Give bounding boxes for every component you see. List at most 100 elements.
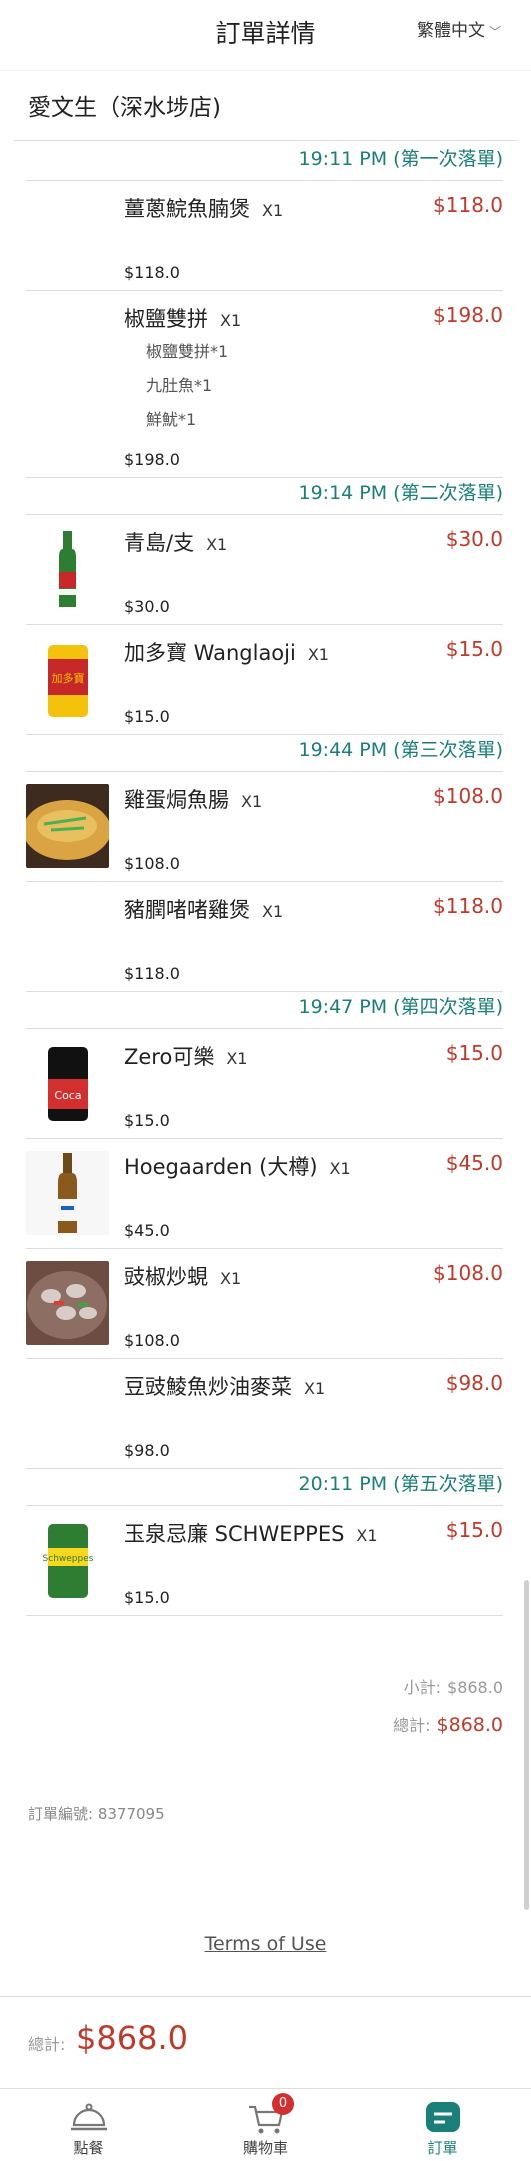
item-quantity: X1	[226, 1049, 248, 1068]
item-subtotal: $45.0	[124, 1221, 170, 1240]
tab-label: 點餐	[73, 2139, 104, 2157]
item-name: 豆豉鯪魚炒油麥菜	[124, 1375, 292, 1399]
cloche-icon	[70, 2103, 107, 2131]
order-item: Coca Zero可樂 X1 $15.0 $15.0	[26, 1029, 503, 1139]
item-name: 雞蛋焗魚腸	[124, 788, 229, 812]
order-round-time: 19:14 PM (第二次落單)	[26, 478, 503, 515]
item-price: $30.0	[445, 527, 503, 551]
svg-text:Schweppes: Schweppes	[43, 1554, 94, 1564]
item-quantity: X1	[206, 535, 228, 554]
item-name: 豬膶啫啫雞煲	[124, 898, 250, 922]
divider	[14, 140, 517, 141]
item-price: $108.0	[433, 1261, 503, 1285]
order-number-value: 8377095	[97, 1805, 165, 1823]
item-image	[26, 784, 109, 868]
store-name: 愛文生（深水埗店)	[28, 95, 221, 121]
item-subtotal: $15.0	[124, 707, 170, 726]
order-round-time: 19:44 PM (第三次落單)	[26, 735, 503, 772]
item-subtotal: $108.0	[124, 854, 180, 873]
subtotal-row: 小計: $868.0	[404, 1674, 503, 1698]
order-item: Schweppes 玉泉忌廉 SCHWEPPES X1 $15.0 $15.0	[26, 1506, 503, 1616]
tab-label: 購物車	[242, 2139, 288, 2157]
tab-orders[interactable]: 訂單	[354, 2089, 531, 2161]
order-list: 19:11 PM (第一次落單) 薑蔥鯇魚腩煲 X1 $118.0 $118.0 椒鹽雙拼…	[0, 144, 531, 1616]
order-icon	[425, 2102, 460, 2132]
order-item: 豉椒炒蜆 X1 $108.0 $108.0	[26, 1249, 503, 1359]
item-subtotal: $118.0	[124, 964, 180, 983]
item-option: 鮮魷*1	[146, 410, 197, 429]
language-selector[interactable]: 繁體中文 ﹀	[417, 16, 501, 41]
total-value: $868.0	[436, 1714, 503, 1736]
item-name: 薑蔥鯇魚腩煲	[124, 197, 250, 221]
item-name: Zero可樂	[124, 1045, 215, 1069]
order-item: 椒鹽雙拼 X1 $198.0 椒鹽雙拼*1 九肚魚*1 鮮魷*1 $198.0	[26, 291, 503, 478]
item-option: 九肚魚*1	[146, 376, 213, 395]
order-round-time: 19:11 PM (第一次落單)	[26, 144, 503, 181]
order-item: Hoegaarden (大樽) X1 $45.0 $45.0	[26, 1139, 503, 1249]
item-subtotal: $15.0	[124, 1588, 170, 1607]
item-price: $98.0	[445, 1371, 503, 1395]
order-item: 豬膶啫啫雞煲 X1 $118.0 $118.0	[26, 882, 503, 992]
language-label: 繁體中文	[416, 21, 485, 41]
header: 訂單詳情 繁體中文 ﹀	[0, 0, 531, 71]
order-item: 加多寶 加多寶 Wanglaoji X1 $15.0 $15.0	[26, 625, 503, 735]
item-price: $15.0	[445, 1518, 503, 1542]
item-subtotal: $108.0	[124, 1331, 180, 1350]
item-image: Coca	[26, 1041, 109, 1125]
tab-order-food[interactable]: 點餐	[0, 2089, 177, 2161]
total-label: 總計:	[393, 1716, 431, 1735]
order-item: 薑蔥鯇魚腩煲 X1 $118.0 $118.0	[26, 181, 503, 291]
order-number: 訂單編號: 8377095	[28, 1803, 165, 1824]
item-price: $118.0	[433, 193, 503, 217]
scrollbar[interactable]	[524, 1580, 529, 1910]
item-subtotal: $118.0	[124, 263, 180, 282]
svg-text:Coca: Coca	[54, 1089, 81, 1102]
item-price: $118.0	[433, 894, 503, 918]
item-quantity: X1	[262, 201, 284, 220]
tab-label: 訂單	[427, 2139, 458, 2157]
order-item: 豆豉鯪魚炒油麥菜 X1 $98.0 $98.0	[26, 1359, 503, 1469]
item-price: $198.0	[433, 303, 503, 327]
item-image	[26, 1261, 109, 1345]
order-number-label: 訂單編號:	[28, 1805, 94, 1823]
item-name: 玉泉忌廉 SCHWEPPES	[124, 1522, 345, 1546]
subtotal-value: $868.0	[447, 1678, 503, 1697]
item-option: 椒鹽雙拼*1	[146, 342, 229, 361]
item-quantity: X1	[220, 1269, 242, 1288]
item-quantity: X1	[356, 1526, 378, 1545]
item-name: Hoegaarden (大樽)	[124, 1155, 318, 1179]
item-subtotal: $98.0	[124, 1441, 170, 1460]
item-quantity: X1	[329, 1159, 351, 1178]
item-name: 青島/支	[124, 531, 195, 555]
item-subtotal: $15.0	[124, 1111, 170, 1130]
item-price: $108.0	[433, 784, 503, 808]
order-round-time: 20:11 PM (第五次落單)	[26, 1469, 503, 1506]
order-item: 雞蛋焗魚腸 X1 $108.0 $108.0	[26, 772, 503, 882]
item-price: $15.0	[445, 1041, 503, 1065]
footer-total-value: $868.0	[76, 2019, 188, 2057]
item-quantity: X1	[304, 1379, 326, 1398]
item-quantity: X1	[241, 792, 263, 811]
item-quantity: X1	[262, 902, 284, 921]
cart-badge: 0	[272, 2093, 294, 2115]
item-name: 加多寶 Wanglaoji	[124, 641, 296, 665]
total-row: 總計: $868.0	[393, 1712, 503, 1736]
tab-cart[interactable]: 0 購物車	[177, 2089, 354, 2161]
order-round-time: 19:47 PM (第四次落單)	[26, 992, 503, 1029]
bottom-tab-bar: 點餐 0 購物車 訂單	[0, 2088, 531, 2161]
svg-text:加多寶: 加多寶	[52, 671, 85, 685]
item-quantity: X1	[220, 311, 242, 330]
terms-of-use-link[interactable]: Terms of Use	[0, 1933, 531, 1955]
item-image	[26, 1151, 109, 1235]
item-options: 椒鹽雙拼*1 九肚魚*1 鮮魷*1	[146, 335, 228, 437]
order-item: 青島/支 X1 $30.0 $30.0	[26, 515, 503, 625]
item-image: Schweppes	[26, 1518, 109, 1602]
subtotal-label: 小計:	[403, 1678, 442, 1697]
item-subtotal: $198.0	[124, 450, 180, 469]
item-price: $15.0	[445, 637, 503, 661]
item-image: 加多寶	[26, 637, 109, 721]
item-quantity: X1	[307, 645, 329, 664]
footer-total-label: 總計:	[28, 2035, 66, 2054]
item-subtotal: $30.0	[124, 597, 170, 616]
item-name: 豉椒炒蜆	[124, 1265, 208, 1289]
